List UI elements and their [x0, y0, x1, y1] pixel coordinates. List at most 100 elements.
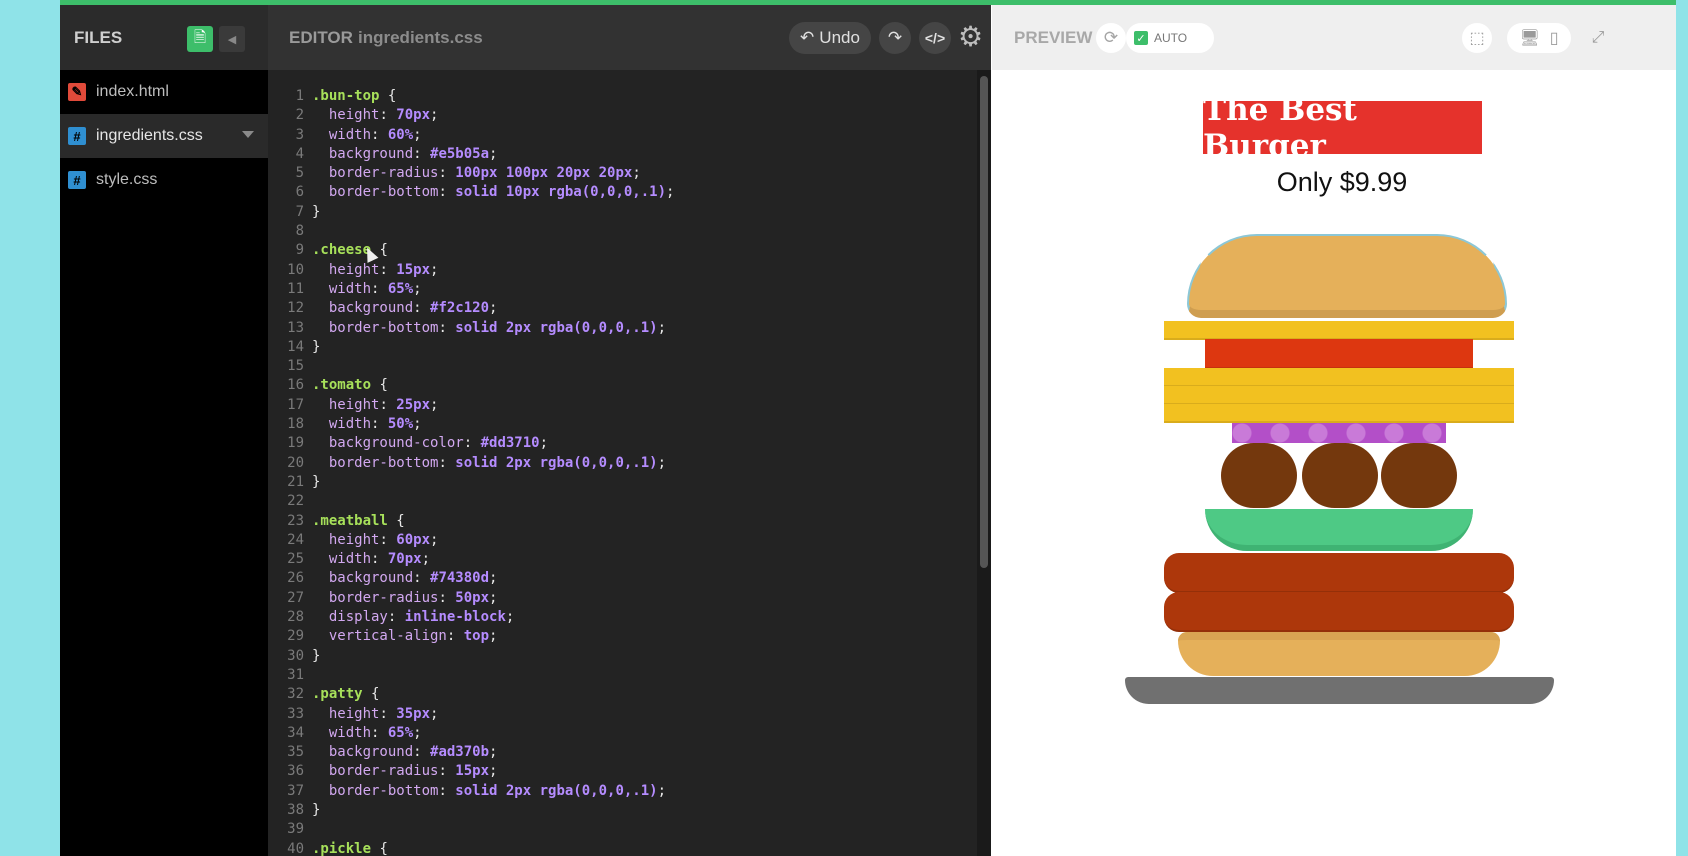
file-item[interactable]: # ingredients.css [60, 114, 268, 158]
code-editor[interactable]: 1 .bun-top {2 height: 70px; 3 width: 60%; 4… [268, 87, 968, 856]
new-file-button[interactable]: 🗎 [187, 26, 213, 52]
code-text: width: 60%; [328, 126, 422, 143]
settings-button[interactable]: ⚙ [958, 20, 983, 53]
line-number: 7 [295, 203, 304, 220]
code-line: 23 .meatball { [268, 512, 968, 531]
code-text: height: 60px; [328, 531, 439, 548]
editor-scrollbar[interactable] [977, 70, 991, 856]
code-text: vertical-align: top; [328, 628, 498, 645]
code-line: 19 background-color: #dd3710; [268, 434, 968, 453]
code-line: 7} [268, 203, 968, 222]
caret-down-icon[interactable] [242, 131, 254, 138]
code-text: background: #e5b05a; [328, 145, 498, 162]
chevron-left-icon: ◀ [227, 33, 237, 46]
code-text: border-radius: 15px; [328, 763, 498, 780]
line-number: 18 [287, 416, 304, 433]
line-number: 34 [287, 724, 304, 741]
file-item[interactable]: ✎ index.html [60, 70, 268, 114]
line-number: 12 [287, 300, 304, 317]
code-text: border-bottom: solid 2px rgba(0,0,0,.1); [328, 782, 667, 799]
line-number: 4 [295, 145, 304, 162]
code-text: } [312, 801, 321, 818]
line-number: 22 [287, 493, 304, 510]
code-line: 1 .bun-top { [268, 87, 968, 106]
redo-button[interactable]: ↷ [879, 22, 911, 54]
code-text: border-bottom: solid 2px rgba(0,0,0,.1); [328, 454, 667, 471]
code-line: 3 width: 60%; [268, 126, 968, 145]
onion-layer [1232, 423, 1446, 443]
line-number: 16 [287, 377, 304, 394]
inspect-button[interactable]: ⬚ [1462, 23, 1492, 53]
auto-refresh-toggle[interactable]: ✓ AUTO [1126, 23, 1214, 53]
code-line: 36 border-radius: 15px; [268, 762, 968, 781]
code-text: width: 65%; [328, 280, 422, 297]
code-line: 18 width: 50%; [268, 415, 968, 434]
code-line: 17 height: 25px; [268, 396, 968, 415]
code-line: 40 .pickle { [268, 840, 968, 856]
code-line: 21} [268, 473, 968, 492]
scrollbar-thumb[interactable] [980, 76, 988, 568]
checkbox-checked-icon[interactable]: ✓ [1134, 31, 1148, 45]
desktop-icon[interactable]: 🖥 [1519, 28, 1539, 48]
code-line: 13 border-bottom: solid 2px rgba(0,0,0,.… [268, 319, 968, 338]
code-line: 2 height: 70px; [268, 106, 968, 125]
code-line: 37 border-bottom: solid 2px rgba(0,0,0,.… [268, 782, 968, 801]
line-number: 26 [287, 570, 304, 587]
mobile-icon[interactable]: ▯ [1550, 28, 1559, 48]
code-text: border-radius: 100px 100px 20px 20px; [328, 165, 641, 182]
refresh-button[interactable]: ⟳ [1096, 23, 1126, 53]
code-line: 30} [268, 647, 968, 666]
code-line: 28 display: inline-block; [268, 608, 968, 627]
fullscreen-button[interactable]: ⤢ [1583, 23, 1613, 53]
file-sidebar: FILES 🗎 ◀ ✎ index.html # ingredients.css # st… [60, 5, 268, 856]
line-number: 39 [287, 821, 304, 838]
bun-top [1187, 234, 1507, 318]
line-number: 28 [287, 609, 304, 626]
code-line: 16 .tomato { [268, 376, 968, 395]
file-item[interactable]: # style.css [60, 158, 268, 202]
editor-header: EDITOR ingredients.css ↶ Undo ↷ </> ⚙ [268, 5, 991, 70]
hash-icon: # [68, 127, 86, 145]
files-title: FILES [74, 28, 123, 47]
line-number: 36 [287, 763, 304, 780]
undo-label: Undo [819, 28, 860, 47]
file-name: style.css [96, 171, 158, 188]
line-number: 33 [287, 705, 304, 722]
code-line: 38} [268, 801, 968, 820]
bun-bottom [1178, 632, 1500, 676]
app-window: FILES 🗎 ◀ ✎ index.html # ingredients.css # st… [60, 0, 1676, 856]
code-line: 14} [268, 338, 968, 357]
file-plus-icon: 🗎 [193, 28, 207, 46]
file-list: ✎ index.html # ingredients.css # style.css [60, 70, 268, 202]
code-text: .tomato { [312, 377, 388, 394]
code-text: .patty { [312, 686, 380, 703]
code-text: } [312, 647, 321, 664]
collapse-sidebar-button[interactable]: ◀ [219, 26, 245, 52]
code-line: 33 height: 35px; [268, 705, 968, 724]
gear-icon: ⚙ [958, 21, 984, 52]
line-number: 8 [295, 223, 304, 240]
code-text: background: #74380d; [328, 570, 498, 587]
code-text: height: 70px; [328, 107, 439, 124]
line-number: 9 [295, 242, 304, 259]
code-line: 27 border-radius: 50px; [268, 589, 968, 608]
cheese-layer [1164, 368, 1514, 387]
line-number: 35 [287, 744, 304, 761]
hash-icon: # [68, 171, 86, 189]
expand-icon: ⤢ [1591, 29, 1605, 46]
line-number: 1 [295, 88, 304, 104]
undo-button[interactable]: ↶ Undo [789, 22, 871, 54]
patty [1164, 592, 1514, 632]
code-line: 4 background: #e5b05a; [268, 145, 968, 164]
code-text: border-bottom: solid 2px rgba(0,0,0,.1); [328, 319, 667, 336]
line-number: 10 [287, 261, 304, 278]
meatball [1221, 443, 1297, 508]
view-code-button[interactable]: </> [919, 22, 951, 54]
code-line: 6 border-bottom: solid 10px rgba(0,0,0,.… [268, 183, 968, 202]
code-line: 10 height: 15px; [268, 261, 968, 280]
pencil-icon: ✎ [68, 83, 86, 101]
line-number: 30 [287, 647, 304, 664]
code-line: 5 border-radius: 100px 100px 20px 20px; [268, 164, 968, 183]
inspect-icon: ⬚ [1469, 30, 1485, 47]
device-toggle: 🖥 ▯ [1507, 23, 1571, 53]
